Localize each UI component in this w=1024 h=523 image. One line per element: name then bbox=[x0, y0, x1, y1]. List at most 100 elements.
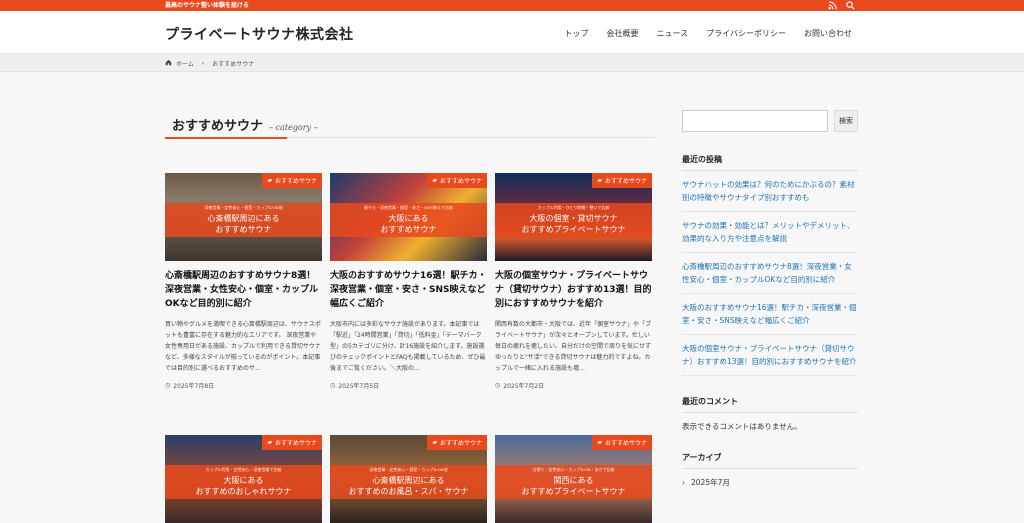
folder-icon: ▰ bbox=[432, 177, 437, 184]
category-badge[interactable]: ▰ おすすめサウナ bbox=[592, 173, 652, 188]
category-label: おすすめサウナ bbox=[604, 440, 647, 447]
thumb-small-text: カップル利用・女性安心・深夜営業で比較 bbox=[205, 467, 282, 472]
site-header: プライベートサウナ株式会社 トップ 会社概要 ニュース プライバシーポリシー お… bbox=[0, 11, 1024, 54]
category-label: おすすめサウナ bbox=[439, 440, 482, 447]
archive-item[interactable]: › 2025年7月 bbox=[682, 477, 858, 488]
post-card[interactable]: 駅チカ・深夜営業・個室・安さ・SNS映えで比較 大阪にある おすすめサウナ ▰ おすす… bbox=[330, 173, 487, 390]
post-card[interactable]: 深夜営業・女性安心・個室・カップルOK他 心斎橋駅周辺にある おすすめサウナ ▰ おす… bbox=[165, 173, 322, 390]
search-button[interactable]: 検索 bbox=[834, 110, 858, 132]
post-title[interactable]: 大阪のおすすめサウナ16選！駅チカ・深夜営業・個室・安さ・SNS映えなど幅広くご… bbox=[330, 269, 487, 311]
post-thumbnail[interactable]: 日帰り・女性安心・カップルOK・安さで比較 関西にある おすすめプライベートサウナ … bbox=[495, 435, 652, 523]
folder-icon: ▰ bbox=[597, 177, 602, 184]
post-excerpt: 関西有数の大都市・大阪では、近年「個室サウナ」や「プライベートサウナ」が次々とオ… bbox=[495, 321, 652, 372]
folder-icon: ▰ bbox=[432, 439, 437, 446]
thumb-line-1: 関西にある bbox=[553, 476, 594, 485]
nav-item-top[interactable]: トップ bbox=[565, 28, 589, 39]
category-label: おすすめサウナ bbox=[274, 440, 317, 447]
post-title[interactable]: 心斎橋駅周辺のおすすめサウナ8選！深夜営業・女性安心・個室・カップルOKなど目的… bbox=[165, 269, 322, 311]
archive-item-label: 2025年7月 bbox=[691, 478, 730, 487]
post-date-text: 2025年7月5日 bbox=[338, 383, 380, 390]
page-subtitle: – category – bbox=[269, 123, 318, 132]
search-icon[interactable] bbox=[846, 1, 855, 10]
post-date: ◷ 2025年7月5日 bbox=[330, 381, 487, 390]
thumb-line-2: おすすめプライベートサウナ bbox=[521, 225, 626, 234]
thumb-line-1: 心斎橋駅周辺にある bbox=[207, 214, 280, 223]
folder-icon: ▰ bbox=[597, 439, 602, 446]
no-comments-text: 表示できるコメントはありません。 bbox=[682, 422, 802, 431]
recent-post-link[interactable]: サウナの効果・効能とは？メリットやデメリット、効果的な入り方や注意点を解説 bbox=[682, 212, 858, 253]
site-logo[interactable]: プライベートサウナ株式会社 bbox=[165, 24, 354, 44]
thumb-small-text: 日帰り・女性安心・カップルOK・安さで比較 bbox=[532, 467, 615, 472]
rss-icon[interactable] bbox=[828, 1, 837, 10]
post-thumbnail[interactable]: 深夜営業・女性安心・個室・カップルOK他 心斎橋駅周辺にある おすすめサウナ ▰ おす… bbox=[165, 173, 322, 261]
folder-icon: ▰ bbox=[267, 439, 272, 446]
post-thumbnail[interactable]: 深夜営業・女性安心・個室・カップルOK他心斎橋駅周辺にあるおすすめのお風呂・スパ… bbox=[330, 435, 487, 523]
thumb-small-text: 深夜営業・女性安心・個室・カップルOK他 bbox=[369, 467, 448, 472]
search-input[interactable] bbox=[682, 110, 828, 132]
post-card[interactable]: 日帰り・女性安心・カップルOK・安さで比較 関西にある おすすめプライベートサウナ … bbox=[495, 435, 652, 523]
site-tagline: 最高のサウナ整い体験を届ける bbox=[165, 2, 250, 9]
thumb-small-text: カップル利用・ひとり時間・整いで比較 bbox=[537, 205, 610, 210]
post-date: ◷ 2025年7月8日 bbox=[165, 381, 322, 390]
category-label: おすすめサウナ bbox=[274, 178, 317, 185]
thumb-line-2: おすすめのお風呂・スパ・サウナ bbox=[348, 487, 469, 496]
category-badge[interactable]: ▰ おすすめサウナ bbox=[427, 435, 487, 450]
breadcrumb: ホーム › おすすめサウナ bbox=[0, 54, 1024, 72]
post-card[interactable]: 深夜営業・女性安心・個室・カップルOK他心斎橋駅周辺にあるおすすめのお風呂・スパ… bbox=[330, 435, 487, 523]
category-badge[interactable]: ▰ おすすめサウナ bbox=[592, 435, 652, 450]
chevron-right-icon: › bbox=[682, 478, 685, 487]
category-label: おすすめサウナ bbox=[439, 178, 482, 185]
nav-item-privacy[interactable]: プライバシーポリシー bbox=[706, 28, 786, 39]
global-nav: トップ 会社概要 ニュース プライバシーポリシー お問い合わせ bbox=[565, 28, 852, 39]
thumb-line-2: おすすめのおしゃれサウナ bbox=[195, 487, 292, 496]
page-title-text: おすすめサウナ bbox=[172, 119, 264, 134]
nav-item-company[interactable]: 会社概要 bbox=[607, 28, 639, 39]
post-date-text: 2025年7月2日 bbox=[503, 383, 545, 390]
category-label: おすすめサウナ bbox=[604, 178, 647, 185]
clock-icon: ◷ bbox=[165, 382, 171, 389]
recent-posts-list: サウナハットの効果は？何のためにかぶるの？素材別の特徴やサウナタイプ別おすすめも… bbox=[682, 171, 858, 376]
post-thumbnail[interactable]: カップル利用・女性安心・深夜営業で比較大阪にあるおすすめのおしゃれサウナ ▰ おす… bbox=[165, 435, 322, 523]
recent-post-link[interactable]: サウナハットの効果は？何のためにかぶるの？素材別の特徴やサウナタイプ別おすすめも bbox=[682, 171, 858, 212]
post-card[interactable]: カップル利用・ひとり時間・整いで比較大阪の個室・貸切サウナ おすすめプライベートサ… bbox=[495, 173, 652, 390]
post-excerpt: 大阪市内には多彩なサウナ施設があります。本記事では「駅近」「24時間営業」「貸切… bbox=[330, 321, 486, 372]
archive-heading: アーカイブ bbox=[682, 452, 858, 469]
recent-posts-heading: 最近の投稿 bbox=[682, 154, 858, 171]
chevron-right-icon: › bbox=[201, 60, 205, 67]
thumb-line-2: おすすめプライベートサウナ bbox=[521, 487, 626, 496]
category-badge[interactable]: ▰ おすすめサウナ bbox=[262, 173, 322, 188]
category-badge[interactable]: ▰ おすすめサウナ bbox=[262, 435, 322, 450]
sidebar: 検索 最近の投稿 サウナハットの効果は？何のためにかぶるの？素材別の特徴やサウナ… bbox=[682, 110, 858, 488]
post-title[interactable]: 大阪の個室サウナ・プライベートサウナ（貸切サウナ）おすすめ13選！目的別におすす… bbox=[495, 269, 652, 311]
post-card[interactable]: カップル利用・女性安心・深夜営業で比較大阪にあるおすすめのおしゃれサウナ ▰ おす… bbox=[165, 435, 322, 523]
clock-icon: ◷ bbox=[495, 382, 501, 389]
post-date-text: 2025年7月8日 bbox=[173, 383, 215, 390]
thumb-line-1: 心斎橋駅周辺にある bbox=[372, 476, 445, 485]
thumb-line-2: おすすめサウナ bbox=[380, 225, 437, 234]
post-thumbnail[interactable]: カップル利用・ひとり時間・整いで比較大阪の個室・貸切サウナ おすすめプライベートサ… bbox=[495, 173, 652, 261]
clock-icon: ◷ bbox=[330, 382, 336, 389]
thumb-line-1: 大阪の個室・貸切サウナ bbox=[529, 214, 618, 223]
top-bar: 最高のサウナ整い体験を届ける bbox=[0, 0, 1024, 11]
recent-post-link[interactable]: 心斎橋駅周辺のおすすめサウナ8選！深夜営業・女性安心・個室・カップルOKなど目的… bbox=[682, 253, 858, 294]
thumb-line-1: 大阪にある bbox=[223, 476, 264, 485]
nav-item-news[interactable]: ニュース bbox=[657, 28, 689, 39]
thumb-line-2: おすすめサウナ bbox=[215, 225, 272, 234]
folder-icon: ▰ bbox=[267, 177, 272, 184]
recent-post-link[interactable]: 大阪の個室サウナ・プライベートサウナ（貸切サウナ）おすすめ13選！目的別におすす… bbox=[682, 335, 858, 376]
thumb-small-text: 駅チカ・深夜営業・個室・安さ・SNS映えで比較 bbox=[364, 205, 453, 210]
post-thumbnail[interactable]: 駅チカ・深夜営業・個室・安さ・SNS映えで比較 大阪にある おすすめサウナ ▰ おすす… bbox=[330, 173, 487, 261]
breadcrumb-current: おすすめサウナ bbox=[212, 61, 255, 68]
category-badge[interactable]: ▰ おすすめサウナ bbox=[427, 173, 487, 188]
main-content: おすすめサウナ – category – 深夜営業・女性安心・個室・カップルOK他… bbox=[165, 113, 655, 523]
post-excerpt: 買い物やグルメを満喫できる心斎橋駅周辺は、サウナスポットも豊富に存在する魅力的な… bbox=[165, 321, 321, 372]
recent-comments-heading: 最近のコメント bbox=[682, 396, 858, 413]
post-date: ◷ 2025年7月2日 bbox=[495, 381, 652, 390]
thumb-line-1: 大阪にある bbox=[388, 214, 429, 223]
search-widget: 検索 bbox=[682, 110, 858, 132]
nav-item-contact[interactable]: お問い合わせ bbox=[804, 28, 852, 39]
breadcrumb-home[interactable]: ホーム bbox=[176, 59, 194, 68]
recent-post-link[interactable]: 大阪のおすすめサウナ16選！駅チカ・深夜営業・個室・安さ・SNS映えなど幅広くご… bbox=[682, 294, 858, 335]
page-title: おすすめサウナ – category – bbox=[165, 113, 655, 139]
home-icon bbox=[165, 59, 172, 68]
